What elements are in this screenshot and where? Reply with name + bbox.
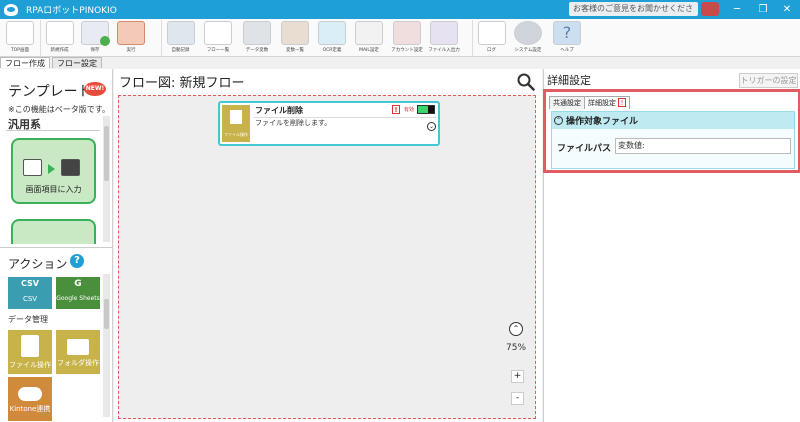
warning-icon: !	[618, 98, 626, 107]
toolbar-system-settings-button[interactable]: システム設定	[509, 20, 547, 56]
toolbar-top-button[interactable]: TOP画面	[1, 20, 39, 56]
arrow-icon	[48, 164, 55, 174]
flow-title: フロー図: 新規フロー	[119, 76, 245, 91]
file-icon	[21, 335, 39, 357]
list-icon	[204, 21, 232, 45]
file-path-label: ファイルパス	[557, 144, 612, 154]
help-icon: ?	[553, 21, 581, 45]
action-tile-folder[interactable]: フォルダ操作	[56, 330, 100, 374]
new-document-icon	[45, 21, 74, 45]
cloud-icon	[18, 387, 42, 401]
thumbs-down-icon[interactable]	[701, 2, 719, 16]
zoom-out-button[interactable]: -	[511, 392, 524, 405]
record-icon	[166, 21, 195, 45]
section-header[interactable]: ⌃ 操作対象ファイル	[552, 112, 794, 129]
tab-detail-settings[interactable]: 詳細設定!	[584, 96, 630, 109]
enable-toggle[interactable]	[417, 105, 435, 114]
toolbar-file-io-button[interactable]: ファイル入出力	[425, 20, 463, 56]
toolbar-record-button[interactable]: 自動記録	[161, 20, 199, 56]
toolbar-data-variable-button[interactable]: データ変数	[238, 20, 276, 56]
zoom-collapse-icon[interactable]: ⌃	[509, 322, 523, 336]
flow-panel: フロー図: 新規フロー ファイル操作 ファイル削除 ! 有効 ファイルを削除しま…	[114, 69, 542, 422]
gear-icon	[514, 21, 542, 45]
toolbar-ocr-button[interactable]: OCR定義	[313, 20, 351, 56]
mail-icon	[355, 21, 383, 45]
action-tile-kintone[interactable]: Kintone連携	[8, 377, 52, 421]
trigger-settings-button[interactable]: トリガーの設定	[739, 73, 798, 88]
node-description: ファイルを削除します。	[253, 117, 436, 129]
section-title: 操作対象ファイル	[566, 117, 639, 127]
restore-button[interactable]: ❐	[751, 0, 775, 19]
template-card-2[interactable]	[11, 219, 96, 244]
mouse-icon	[23, 159, 42, 176]
action-tile-file[interactable]: ファイル操作	[8, 330, 52, 374]
template-scrollbar[interactable]	[103, 116, 110, 242]
file-operation-icon: ファイル操作	[222, 105, 250, 142]
run-icon	[117, 21, 145, 45]
keyboard-icon	[61, 159, 80, 176]
action-scrollbar[interactable]	[103, 274, 110, 417]
action-title: アクション	[8, 257, 68, 271]
save-icon	[81, 21, 110, 46]
app-logo-icon	[4, 3, 18, 16]
tab-flow-settings[interactable]: フロー設定	[52, 57, 102, 68]
toolbar-flow-list-button[interactable]: フロー一覧	[199, 20, 237, 56]
search-icon[interactable]	[517, 73, 535, 91]
warning-icon: !	[392, 105, 400, 114]
zoom-level: 75%	[506, 343, 527, 353]
flow-node-file-delete[interactable]: ファイル操作 ファイル削除 ! 有効 ファイルを削除します。 ⌄	[218, 101, 440, 146]
toolbar-save-button[interactable]: 保存	[76, 20, 114, 56]
template-title: テンプレート	[8, 84, 92, 100]
flow-canvas[interactable]: ファイル操作 ファイル削除 ! 有効 ファイルを削除します。 ⌄ ⌃ 75% +…	[118, 95, 536, 419]
file-path-input[interactable]: 変数値:	[615, 138, 791, 154]
toolbar-log-button[interactable]: ログ	[472, 20, 510, 56]
toolbar-variable-list-button[interactable]: 変数一覧	[276, 20, 314, 56]
tab-common-settings[interactable]: 共通設定	[549, 96, 585, 109]
home-icon	[6, 21, 34, 45]
main-tabs: フロー作成 フロー設定	[0, 57, 800, 68]
toolbar-mail-button[interactable]: MAIL設定	[350, 20, 388, 56]
toolbar-account-button[interactable]: アカウント設定	[388, 20, 426, 56]
toolbar-new-button[interactable]: 新規作成	[40, 20, 78, 56]
file-io-icon	[430, 21, 458, 45]
app-title: RPAロボットPINOKIO	[26, 6, 117, 16]
data-management-label: データ管理	[8, 315, 48, 324]
template-card-label: 画面項目に入力	[25, 185, 82, 194]
folder-icon	[67, 339, 89, 355]
expand-icon[interactable]: ⌄	[427, 122, 436, 131]
target-file-section: ⌃ 操作対象ファイル ファイルパス 変数値:	[551, 111, 795, 169]
detail-panel: 詳細設定 トリガーの設定 共通設定 詳細設定! ⌃ 操作対象ファイル ファイルパ…	[543, 69, 800, 422]
collapse-icon[interactable]: ⌃	[554, 116, 563, 125]
node-name: ファイル削除	[255, 106, 303, 115]
toolbar-help-button[interactable]: ? ヘルプ	[548, 20, 586, 56]
help-icon[interactable]: ?	[70, 254, 84, 268]
close-button[interactable]: ✕	[775, 0, 799, 19]
ocr-icon	[318, 21, 346, 45]
account-icon	[393, 21, 421, 45]
detail-title: 詳細設定	[547, 74, 591, 87]
left-panel: テンプレート NEW! ※この機能はベータ版です。 汎用系 画面項目に入力 アク…	[0, 69, 113, 422]
divider	[6, 130, 100, 131]
node-status: 有効	[404, 107, 415, 113]
action-tile-google-sheets[interactable]: G Google Sheets	[56, 277, 100, 309]
tab-flow-create[interactable]: フロー作成	[0, 57, 50, 68]
database-icon	[243, 21, 271, 45]
toolbar-run-button[interactable]: 実行	[112, 20, 150, 56]
toolbar: TOP画面 新規作成 保存 実行 自動記録 フロー一覧 データ変数 変数一覧 O…	[0, 19, 800, 57]
feedback-link[interactable]: お客様のご意見をお聞かせください	[569, 2, 698, 27]
template-card[interactable]: 画面項目に入力	[11, 138, 96, 204]
box-icon	[281, 21, 309, 45]
zoom-in-button[interactable]: +	[511, 370, 524, 383]
title-bar: RPAロボットPINOKIO お客様のご意見をお聞かせください ─ ❐ ✕	[0, 0, 800, 27]
new-badge: NEW!	[84, 82, 106, 96]
beta-note: ※この機能はベータ版です。	[8, 105, 110, 114]
action-tile-csv[interactable]: CSV CSV	[8, 277, 52, 309]
minimize-button[interactable]: ─	[725, 0, 749, 19]
log-icon	[477, 21, 506, 45]
